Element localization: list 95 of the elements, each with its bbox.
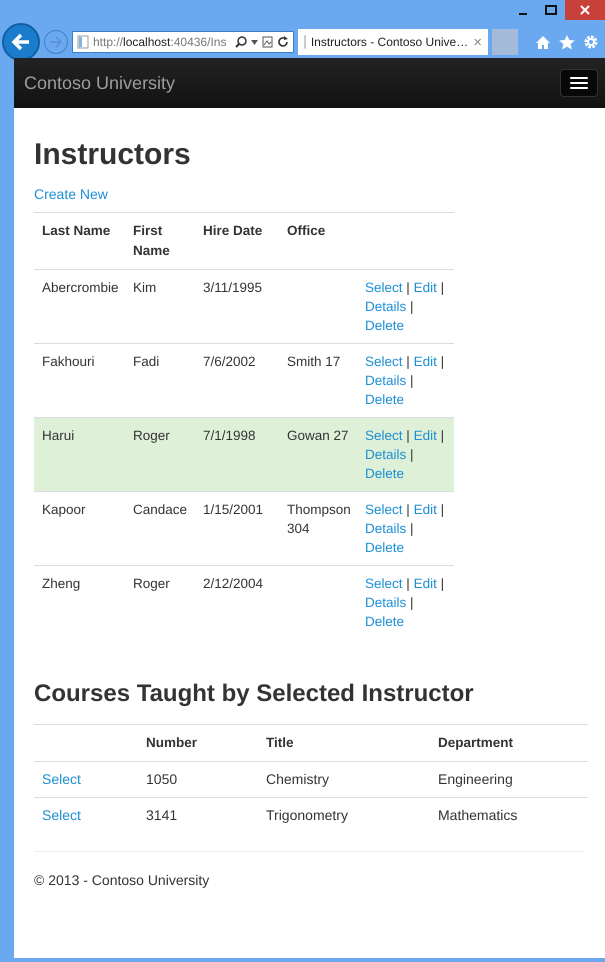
- selected-row[interactable]: Harui Roger 7/1/1998 Gowan 27 Select | Edit | Details | Delete: [34, 418, 454, 492]
- table-cell: Abercrombie: [42, 280, 119, 295]
- address-text: http://localhost:40436/Ins: [93, 35, 228, 49]
- action-link[interactable]: Details: [365, 595, 406, 610]
- brand-link[interactable]: Contoso University: [24, 72, 176, 94]
- column-header: Hire Date: [195, 212, 279, 270]
- column-header: Office: [279, 212, 357, 270]
- action-link[interactable]: Select: [365, 576, 403, 591]
- separator: |: [410, 447, 414, 462]
- address-bar[interactable]: http://localhost:40436/Ins: [72, 31, 294, 53]
- column-header: Number: [146, 734, 198, 750]
- tab-title: Instructors - Contoso Unive…: [310, 35, 468, 49]
- table-cell: Fakhouri: [42, 354, 95, 369]
- create-new-link[interactable]: Create New: [34, 186, 108, 202]
- separator: |: [410, 595, 414, 610]
- action-link[interactable]: Delete: [365, 466, 404, 481]
- arrow-left-icon: [11, 33, 31, 51]
- separator: |: [410, 299, 414, 314]
- separator: |: [440, 428, 444, 443]
- action-link[interactable]: Delete: [365, 614, 404, 629]
- table-cell: Zheng: [42, 576, 80, 591]
- table-cell: Engineering: [438, 770, 513, 786]
- separator: |: [440, 354, 444, 369]
- separator: |: [406, 428, 410, 443]
- action-link[interactable]: Details: [365, 447, 406, 462]
- separator: |: [406, 576, 410, 591]
- compatibility-icon[interactable]: [262, 36, 273, 48]
- minimize-icon: [519, 13, 527, 15]
- select-link[interactable]: Select: [42, 770, 81, 786]
- action-link[interactable]: Details: [365, 299, 406, 314]
- table-cell: Kapoor: [42, 502, 86, 517]
- search-icon[interactable]: [235, 36, 247, 48]
- browser-tab[interactable]: Instructors - Contoso Unive… ×: [298, 29, 488, 55]
- action-link[interactable]: Edit: [414, 576, 437, 591]
- menu-button[interactable]: [560, 69, 598, 97]
- table-cell: Roger: [133, 576, 170, 591]
- column-header: First Name: [125, 212, 195, 270]
- action-link[interactable]: Edit: [414, 428, 437, 443]
- back-button[interactable]: [2, 23, 40, 61]
- table-cell: 7/6/2002: [203, 354, 256, 369]
- table-cell: Chemistry: [266, 770, 330, 786]
- table-cell: 7/1/1998: [203, 428, 256, 443]
- table-cell: Roger: [133, 428, 170, 443]
- table-cell: Kim: [133, 280, 156, 295]
- action-link[interactable]: Delete: [365, 392, 404, 407]
- action-link[interactable]: Details: [365, 521, 406, 536]
- table-cell: 2/12/2004: [203, 576, 264, 591]
- separator: |: [410, 521, 414, 536]
- footer-text: © 2013 - Contoso University: [34, 872, 210, 888]
- table-cell: 3/11/1995: [203, 280, 262, 295]
- action-link[interactable]: Edit: [414, 280, 437, 295]
- tab-close-button[interactable]: ×: [473, 34, 482, 50]
- action-link[interactable]: Select: [365, 428, 403, 443]
- table-row[interactable]: Zheng Roger 2/12/2004 Select | Edit | Details | Delete: [34, 566, 454, 640]
- separator: |: [406, 354, 410, 369]
- action-link[interactable]: Select: [365, 502, 403, 517]
- separator: |: [440, 576, 444, 591]
- table-row[interactable]: Abercrombie Kim 3/11/1995 Select | Edit | Details | Delete: [34, 270, 454, 344]
- page-title: Instructors: [34, 138, 192, 172]
- table-cell: 3141: [146, 806, 178, 822]
- column-header: Last Name: [34, 212, 125, 270]
- separator: |: [440, 502, 444, 517]
- column-header: Title: [266, 734, 294, 750]
- maximize-icon: [545, 5, 557, 15]
- star-icon[interactable]: [559, 34, 575, 50]
- action-link[interactable]: Edit: [414, 502, 437, 517]
- select-link[interactable]: Select: [42, 806, 81, 822]
- action-link[interactable]: Select: [365, 354, 403, 369]
- separator: |: [440, 280, 444, 295]
- action-link[interactable]: Details: [365, 373, 406, 388]
- action-link[interactable]: Delete: [365, 318, 404, 333]
- dropdown-icon[interactable]: [251, 40, 258, 44]
- table-cell: 1050: [146, 770, 178, 786]
- table-row[interactable]: Kapoor Candace 1/15/2001 Thompson 304 Select | Edit | Details | Delete: [34, 492, 454, 566]
- table-cell: Candace: [133, 502, 188, 517]
- arrow-right-icon: [49, 36, 63, 48]
- table-cell: Gowan 27: [287, 428, 349, 443]
- close-button[interactable]: [565, 0, 605, 20]
- table-cell: Fadi: [133, 354, 160, 369]
- refresh-icon[interactable]: [277, 36, 289, 48]
- close-icon: [580, 5, 590, 15]
- table-cell: 1/15/2001: [203, 502, 264, 517]
- table-cell: Harui: [42, 428, 74, 443]
- action-link[interactable]: Delete: [365, 540, 404, 555]
- column-header: Department: [438, 734, 514, 750]
- separator: |: [406, 502, 410, 517]
- separator: |: [410, 373, 414, 388]
- table-cell: Smith 17: [287, 354, 340, 369]
- action-link[interactable]: Select: [365, 280, 403, 295]
- table-cell: Mathematics: [438, 806, 518, 822]
- table-cell: Thompson 304: [287, 502, 351, 536]
- table-cell: Trigonometry: [266, 806, 348, 822]
- action-link[interactable]: Edit: [414, 354, 437, 369]
- section-title: Courses Taught by Selected Instructor: [34, 680, 475, 708]
- separator: |: [406, 280, 410, 295]
